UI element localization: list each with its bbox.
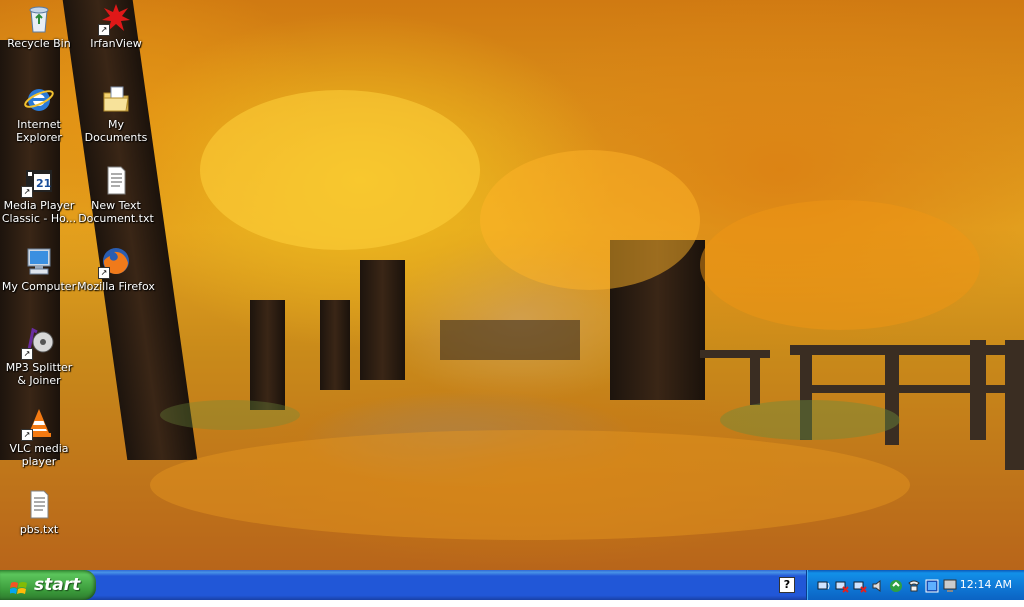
shortcut-arrow-icon: ↗ <box>21 429 33 441</box>
system-tray[interactable]: 12:14 AM <box>806 570 1024 600</box>
start-button[interactable]: start <box>0 570 96 600</box>
icon-label: Mozilla Firefox <box>77 280 155 293</box>
icon-label: My Computer <box>1 280 77 293</box>
icon-label: My Documents <box>84 118 148 144</box>
desktop-icon-mozilla-firefox[interactable]: ↗ Mozilla Firefox <box>77 245 155 293</box>
desktop-icon-new-text-document[interactable]: New Text Document.txt <box>77 164 155 225</box>
desktop-icon-media-player-classic[interactable]: 21 ↗ Media Player Classic - Ho... <box>0 164 78 225</box>
phone-icon[interactable] <box>907 578 921 592</box>
shortcut-arrow-icon: ↗ <box>98 24 110 36</box>
icon-label: Media Player Classic - Ho... <box>1 199 77 225</box>
clock[interactable]: 12:14 AM <box>960 578 1012 592</box>
shortcut-arrow-icon: ↗ <box>98 267 110 279</box>
network-icon[interactable] <box>817 578 831 592</box>
recycle-bin-icon <box>23 2 55 34</box>
icon-label: VLC media player <box>9 442 69 468</box>
text-document-icon <box>23 488 55 520</box>
my-computer-icon <box>23 245 55 277</box>
desktop-icon-mp3-splitter[interactable]: ↗ MP3 Splitter & Joiner <box>0 326 78 387</box>
windows-logo-icon <box>9 577 28 594</box>
desktop-icon-recycle-bin[interactable]: Recycle Bin <box>0 2 78 50</box>
svg-text:21: 21 <box>36 177 51 190</box>
update-icon[interactable] <box>889 578 903 592</box>
my-documents-icon <box>100 83 132 115</box>
desktop-icon-my-documents[interactable]: My Documents <box>77 83 155 144</box>
desktop-icon-internet-explorer[interactable]: Internet Explorer <box>0 83 78 144</box>
display-icon[interactable] <box>943 578 957 592</box>
icon-label: IrfanView <box>90 37 142 50</box>
firefox-icon: ↗ <box>98 245 132 279</box>
desktop-icon-pbs-txt[interactable]: pbs.txt <box>0 488 78 536</box>
start-label: start <box>34 575 81 595</box>
desktop-icon-irfanview[interactable]: ↗ IrfanView <box>77 2 155 50</box>
icon-label: Recycle Bin <box>7 37 71 50</box>
shortcut-arrow-icon: ↗ <box>21 348 33 360</box>
icon-label: New Text Document.txt <box>78 199 154 225</box>
desktop-icon-my-computer[interactable]: My Computer <box>0 245 78 293</box>
desktop[interactable]: Recycle Bin ↗ IrfanView Internet Explore… <box>0 0 1024 570</box>
irfanview-icon: ↗ <box>98 2 132 36</box>
network-disconnected-icon[interactable] <box>835 578 849 593</box>
volume-icon[interactable] <box>871 578 885 592</box>
vlc-icon: ↗ <box>21 407 55 441</box>
network-disconnected-icon[interactable] <box>853 578 867 593</box>
mp3-splitter-icon: ↗ <box>21 326 55 360</box>
desktop-icon-vlc[interactable]: ↗ VLC media player <box>0 407 78 468</box>
internet-explorer-icon <box>23 83 55 115</box>
icon-label: pbs.txt <box>19 523 59 536</box>
icon-label: MP3 Splitter & Joiner <box>5 361 73 387</box>
text-document-icon <box>100 164 132 196</box>
monitor-app-icon[interactable] <box>925 578 939 593</box>
help-icon[interactable]: ? <box>779 577 795 593</box>
icon-label: Internet Explorer <box>16 118 62 144</box>
shortcut-arrow-icon: ↗ <box>21 186 33 198</box>
media-player-classic-icon: 21 ↗ <box>21 164 55 198</box>
